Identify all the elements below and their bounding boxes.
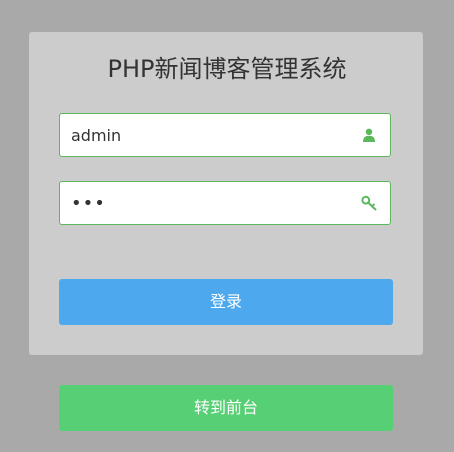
go-to-frontend-button[interactable]: 转到前台	[59, 385, 393, 431]
key-icon	[361, 195, 377, 211]
page-title: PHP新闻博客管理系统	[107, 55, 347, 83]
username-input[interactable]	[60, 114, 350, 156]
user-icon	[361, 127, 377, 143]
login-button[interactable]: 登录	[59, 279, 393, 325]
username-field[interactable]	[59, 113, 391, 157]
password-input[interactable]	[60, 182, 350, 224]
password-field[interactable]	[59, 181, 391, 225]
